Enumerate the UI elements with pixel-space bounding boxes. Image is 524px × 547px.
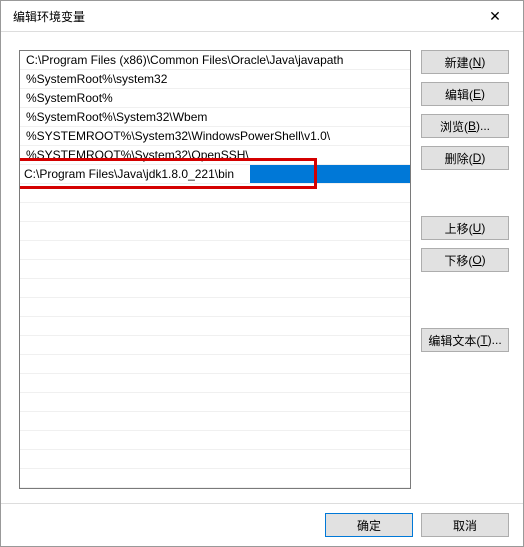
list-item[interactable] bbox=[20, 298, 410, 317]
list-item[interactable] bbox=[20, 184, 410, 203]
close-button[interactable]: ✕ bbox=[475, 1, 515, 31]
list-item[interactable]: %SystemRoot%\system32 bbox=[20, 70, 410, 89]
ok-button[interactable]: 确定 bbox=[325, 513, 413, 537]
browse-button[interactable]: 浏览(B)... bbox=[421, 114, 509, 138]
new-button[interactable]: 新建(N) bbox=[421, 50, 509, 74]
list-item[interactable] bbox=[20, 336, 410, 355]
edit-text-button[interactable]: 编辑文本(T)... bbox=[421, 328, 509, 352]
delete-button[interactable]: 删除(D) bbox=[421, 146, 509, 170]
list-item[interactable] bbox=[20, 412, 410, 431]
path-list[interactable]: C:\Program Files (x86)\Common Files\Orac… bbox=[19, 50, 411, 489]
list-item[interactable] bbox=[20, 203, 410, 222]
list-item[interactable] bbox=[20, 431, 410, 450]
close-icon: ✕ bbox=[489, 8, 501, 25]
move-up-button[interactable]: 上移(U) bbox=[421, 216, 509, 240]
cancel-button[interactable]: 取消 bbox=[421, 513, 509, 537]
list-item[interactable] bbox=[20, 165, 410, 184]
list-item[interactable]: %SYSTEMROOT%\System32\WindowsPowerShell\… bbox=[20, 127, 410, 146]
list-item[interactable] bbox=[20, 222, 410, 241]
list-item[interactable]: %SystemRoot% bbox=[20, 89, 410, 108]
list-item[interactable]: %SYSTEMROOT%\System32\OpenSSH\ bbox=[20, 146, 410, 165]
list-item[interactable] bbox=[20, 317, 410, 336]
list-item[interactable] bbox=[20, 393, 410, 412]
window-title: 编辑环境变量 bbox=[13, 8, 475, 25]
list-item[interactable] bbox=[20, 374, 410, 393]
path-edit-input[interactable] bbox=[20, 165, 250, 183]
list-item[interactable] bbox=[20, 450, 410, 469]
list-item[interactable] bbox=[20, 279, 410, 298]
edit-button[interactable]: 编辑(E) bbox=[421, 82, 509, 106]
titlebar: 编辑环境变量 ✕ bbox=[1, 1, 523, 32]
list-item[interactable] bbox=[20, 469, 410, 488]
move-down-button[interactable]: 下移(O) bbox=[421, 248, 509, 272]
list-item[interactable] bbox=[20, 241, 410, 260]
list-item[interactable] bbox=[20, 355, 410, 374]
list-item[interactable] bbox=[20, 260, 410, 279]
list-item[interactable]: %SystemRoot%\System32\Wbem bbox=[20, 108, 410, 127]
dialog-footer: 确定 取消 bbox=[1, 503, 523, 546]
list-item[interactable]: C:\Program Files (x86)\Common Files\Orac… bbox=[20, 51, 410, 70]
